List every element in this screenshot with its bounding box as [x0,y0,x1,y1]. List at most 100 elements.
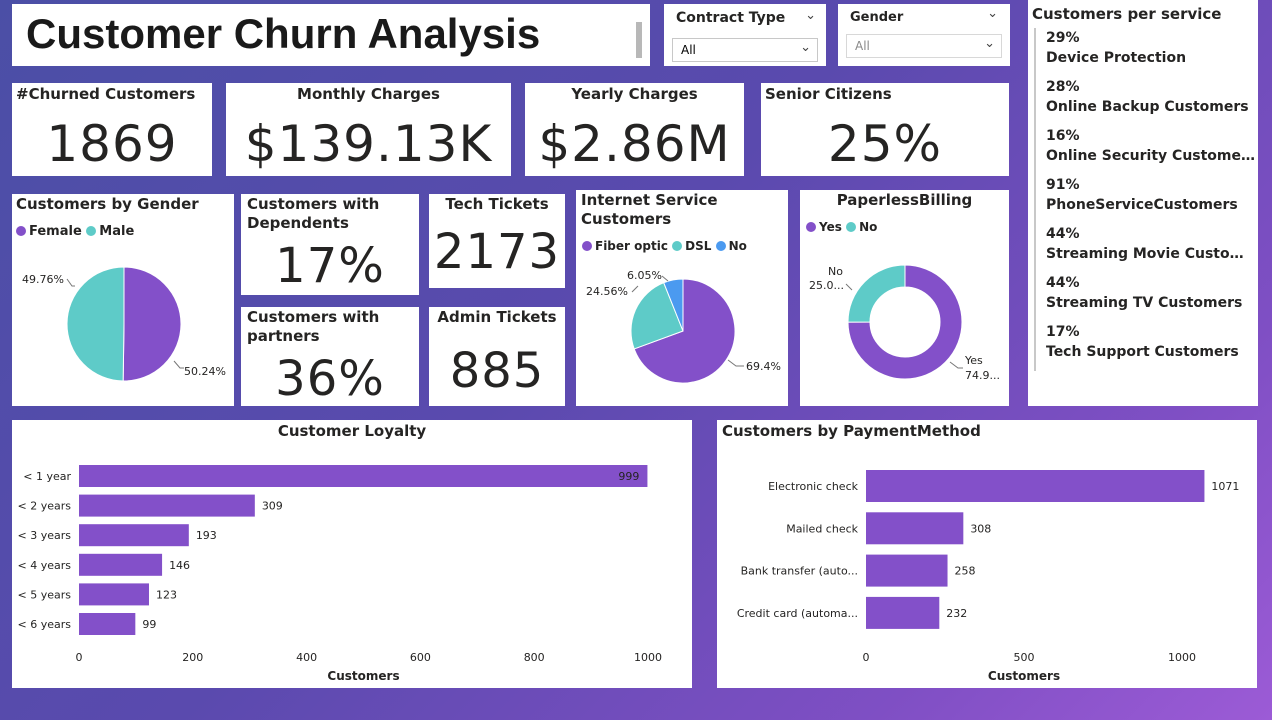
x-tick-label: 800 [524,651,545,664]
data-label: 123 [156,588,177,601]
data-label-fiber: 69.4% [746,360,781,373]
gender-pie-chart[interactable]: 49.76% 50.24% [12,194,234,406]
x-tick-label: 0 [863,651,870,664]
service-pct: 44% [1046,275,1080,291]
kpi-value: 17% [275,238,385,294]
kpi-label: Yearly Charges [571,85,698,103]
churned-card: #Churned Customers 1869 [12,83,212,176]
x-tick-label: 400 [296,651,317,664]
bar[interactable] [79,465,648,487]
slicer-value: All [681,43,696,57]
services-card: Customers per service 29% Device Protecti… [1028,0,1258,406]
category-label: < 1 year [23,470,71,483]
x-tick-label: 1000 [634,651,662,664]
data-label-dsl: 24.56% [586,285,628,298]
bar[interactable] [79,613,136,635]
bar[interactable] [866,512,964,545]
bar[interactable] [79,524,189,547]
paperless-billing-chart-card: PaperlessBilling Yes No No 25.0... Yes 7… [800,190,1009,406]
data-label: 999 [618,470,639,483]
gender-dropdown[interactable]: All ⌄ [846,34,1002,58]
data-label: 1071 [1211,480,1239,493]
kpi-label: #Churned Customers [16,85,196,103]
monthly-charges-card: Monthly Charges $139.13K [226,83,511,176]
kpi-label: Customers with partners [247,308,380,345]
gender-slice-0[interactable] [122,266,182,382]
chevron-down-icon: ⌄ [800,40,811,55]
chevron-down-icon: ⌄ [984,36,995,51]
x-tick-label: 500 [1014,651,1035,664]
payment-method-chart-card: Customers by PaymentMethod Electronic ch… [717,420,1257,688]
data-label: 146 [169,559,190,572]
service-pct: 17% [1046,324,1080,340]
category-label: < 6 years [18,618,72,631]
gender-slice-1[interactable] [66,266,125,382]
category-label: Credit card (automa... [737,607,858,620]
customer-loyalty-bar-chart[interactable]: < 1 year 999 < 2 years 309 < 3 years 193 < 4 y… [12,420,692,688]
data-label-female: 50.24% [184,365,226,378]
senior-citizens-card: Senior Citizens 25% [761,83,1009,176]
data-value-no: 25.0... [809,279,844,292]
services-list: 29% Device Protection 28% Online Backup Cus… [1034,28,1256,371]
kpi-value: $139.13K [244,115,493,173]
bar[interactable] [866,554,948,587]
internet-service-pie-chart[interactable]: 6.05% 24.56% 69.4% [576,190,788,406]
dependents-card: Customers with Dependents 17% [241,194,419,295]
slicer-title: Contract Type [676,10,786,26]
x-tick-label: 600 [410,651,431,664]
kpi-value: 2173 [433,224,561,280]
bar[interactable] [79,553,163,576]
category-label: Electronic check [768,480,859,493]
category-label: < 4 years [18,559,72,572]
x-tick-label: 200 [182,651,203,664]
service-name: Tech Support Customers [1046,344,1239,360]
bar[interactable] [866,470,1205,502]
x-tick-label: 0 [76,651,83,664]
data-label: 99 [142,618,156,631]
service-name: PhoneServiceCustomers [1046,197,1238,213]
data-label-no: No [828,265,843,278]
category-label: < 5 years [18,588,72,601]
data-label: 308 [970,522,991,535]
bar[interactable] [79,583,149,606]
gender-chart-card: Customers by Gender Female Male 49.76% 5… [12,194,234,406]
paperless-billing-donut-chart[interactable]: No 25.0... Yes 74.9... [800,190,1009,406]
customer-loyalty-chart-card: Customer Loyalty < 1 year 999 < 2 years 309… [12,420,692,688]
category-label: < 3 years [18,529,72,542]
kpi-value: 1869 [46,115,178,173]
payment-method-bar-chart[interactable]: Electronic check 1071 Mailed check 308 Bank … [717,420,1257,688]
contract-type-slicer: Contract Type ⌄ All ⌄ [664,4,826,66]
service-item: 44% Streaming Movie Custom… [1036,224,1256,273]
data-value-yes: 74.9... [965,369,1000,382]
data-label: 258 [955,565,976,578]
bar[interactable] [79,494,255,517]
service-item: 91% PhoneServiceCustomers [1036,175,1254,224]
data-label: 309 [262,500,283,513]
service-item: 29% Device Protection [1036,28,1254,77]
data-label-yes: Yes [964,354,983,367]
yearly-charges-card: Yearly Charges $2.86M [525,83,744,176]
kpi-label: Customers with Dependents [247,195,380,232]
kpi-label: Monthly Charges [297,85,440,103]
admin-tickets-card: Admin Tickets 885 [429,307,565,406]
x-axis-label: Customers [988,669,1060,683]
kpi-value: 25% [827,115,943,173]
internet-service-chart-card: Internet Service Customers Fiber optic D… [576,190,788,406]
bar[interactable] [866,596,940,629]
services-title: Customers per service [1032,5,1222,23]
service-name: Streaming Movie Custom… [1046,246,1256,262]
paperless-slice-1[interactable] [847,264,906,323]
x-tick-label: 1000 [1168,651,1196,664]
contract-type-dropdown[interactable]: All ⌄ [672,38,818,62]
kpi-label: Tech Tickets [445,195,549,213]
chevron-down-icon[interactable]: ⌄ [987,6,998,21]
kpi-value: $2.86M [538,115,731,173]
kpi-label: Admin Tickets [437,308,557,326]
page-title: Customer Churn Analysis [26,10,541,57]
title-scrollbar[interactable] [636,22,642,58]
title-card: Customer Churn Analysis [12,4,650,66]
service-pct: 16% [1046,128,1080,144]
service-pct: 91% [1046,177,1080,193]
category-label: Bank transfer (auto... [741,565,858,578]
chevron-down-icon[interactable]: ⌄ [805,8,816,23]
